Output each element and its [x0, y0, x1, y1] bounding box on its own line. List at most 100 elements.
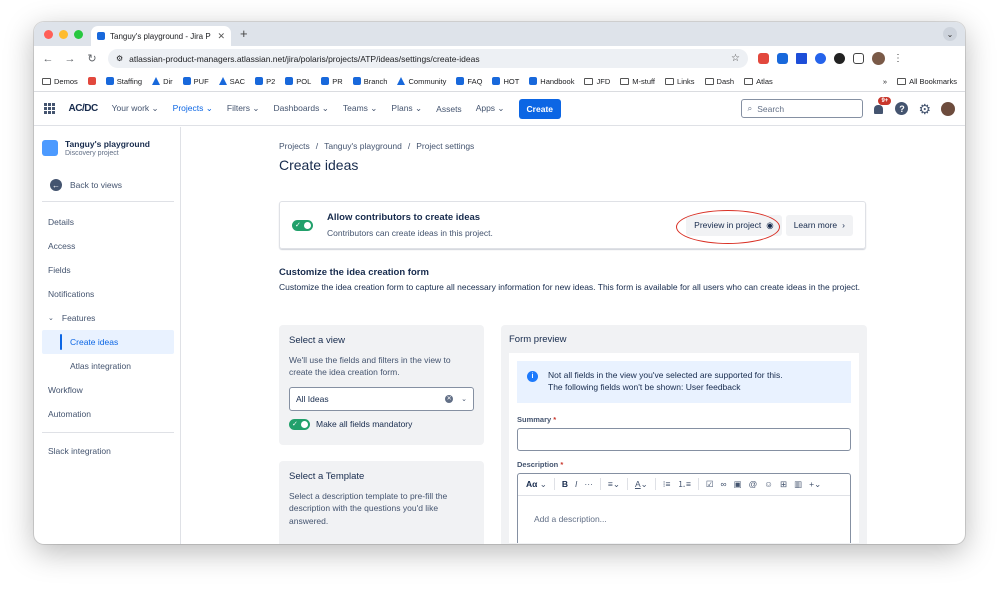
project-header[interactable]: Tanguy's playground Discovery project — [42, 139, 174, 157]
text-color-icon[interactable]: A⌄ — [635, 479, 648, 490]
site-logo[interactable]: AC/DC — [69, 103, 99, 114]
reload-icon[interactable]: ↻ — [86, 52, 98, 65]
bookmark-item[interactable]: Dash — [704, 77, 734, 86]
sidebar-item-create-ideas[interactable]: Create ideas — [42, 330, 174, 354]
browser-tab[interactable]: Tanguy's playground - Jira P ✕ — [91, 26, 231, 46]
create-button[interactable]: Create — [518, 98, 562, 119]
sidebar-item-workflow[interactable]: Workflow — [42, 378, 174, 402]
image-icon[interactable]: ▣ — [734, 479, 742, 490]
numbered-list-icon[interactable]: ⒈≡ — [677, 478, 690, 490]
bookmark-item[interactable] — [87, 77, 96, 85]
extension-icon[interactable] — [758, 53, 769, 64]
allow-contributors-toggle[interactable]: ✓ — [292, 219, 313, 231]
close-window-button[interactable] — [44, 30, 53, 39]
mention-icon[interactable]: @ — [749, 479, 758, 489]
nav-assets[interactable]: Assets — [436, 104, 462, 114]
bookmark-item[interactable]: Handbook — [529, 77, 574, 86]
sidebar-item-features[interactable]: ⌄ Features — [42, 306, 174, 330]
site-info-icon[interactable]: ⚙ — [116, 54, 123, 63]
sidebar-item-automation[interactable]: Automation — [42, 402, 174, 426]
nav-dashboards[interactable]: Dashboards ⌄ — [274, 103, 329, 114]
search-input[interactable]: ⌕ Search — [741, 99, 864, 118]
nav-projects[interactable]: Projects ⌄ — [173, 103, 213, 114]
bookmark-item[interactable]: PR — [321, 77, 343, 86]
app-switcher-icon[interactable] — [44, 103, 55, 114]
learn-more-button[interactable]: Learn more › — [785, 214, 853, 236]
view-select[interactable]: All Ideas ✕ ⌄ — [289, 386, 474, 411]
bookmark-label: Atlas — [756, 76, 773, 86]
sidebar-item-slack-integration[interactable]: Slack integration — [42, 439, 174, 463]
maximize-window-button[interactable] — [74, 30, 83, 39]
sidebar-item-atlas-integration[interactable]: Atlas integration — [42, 354, 174, 378]
summary-input[interactable] — [517, 427, 851, 451]
settings-gear-icon[interactable]: ⚙ — [918, 102, 931, 116]
emoji-icon[interactable]: ☺ — [764, 479, 773, 489]
bookmark-item[interactable]: HOT — [492, 77, 519, 86]
description-editor[interactable]: Aα ⌄ B I ··· ≡⌄ A⌄ ⁝≡ ⒈≡ ☑ ∞ ▣ @ ☺ ⊞ ▥ +… — [517, 472, 851, 543]
jira-icon — [182, 77, 191, 85]
bookmark-item[interactable]: SAC — [218, 77, 245, 86]
sidebar-item-notifications[interactable]: Notifications — [42, 282, 174, 306]
translate-extension-icon[interactable] — [777, 53, 788, 64]
nav-your-work[interactable]: Your work ⌄ — [112, 103, 159, 114]
nav-teams[interactable]: Teams ⌄ — [343, 103, 378, 114]
nav-plans[interactable]: Plans ⌄ — [391, 103, 422, 114]
text-style-dropdown[interactable]: Aα ⌄ — [526, 479, 547, 490]
back-arrow-icon[interactable]: ← — [42, 53, 54, 65]
forward-arrow-icon[interactable]: → — [64, 53, 76, 65]
minimize-window-button[interactable] — [59, 30, 68, 39]
bookmark-item[interactable]: Branch — [352, 77, 387, 86]
bookmark-item[interactable]: JFD — [584, 77, 610, 86]
new-tab-button[interactable]: + — [240, 26, 248, 41]
bookmark-item[interactable]: Staffing — [105, 77, 142, 86]
close-tab-icon[interactable]: ✕ — [217, 31, 225, 42]
refresh-extension-icon[interactable] — [815, 53, 826, 64]
sidebar-item-fields[interactable]: Fields — [42, 258, 174, 282]
sidebar-item-details[interactable]: Details — [42, 210, 174, 234]
browser-menu-icon[interactable]: ⋮ — [893, 53, 903, 64]
chevron-down-icon[interactable]: ⌄ — [461, 395, 467, 403]
wrench-extension-icon[interactable] — [796, 53, 807, 64]
breadcrumb-settings[interactable]: Project settings — [416, 141, 474, 151]
help-icon[interactable]: ? — [895, 102, 909, 115]
bookmark-item[interactable]: Links — [665, 77, 695, 86]
table-icon[interactable]: ⊞ — [780, 479, 787, 490]
bullet-list-icon[interactable]: ⁝≡ — [663, 479, 671, 490]
sidebar-item-access[interactable]: Access — [42, 234, 174, 258]
bookmark-item[interactable]: Demos — [42, 77, 78, 86]
bookmark-item[interactable]: M-stuff — [620, 77, 655, 86]
profile-avatar[interactable] — [872, 52, 885, 65]
puzzle-icon[interactable] — [853, 53, 864, 64]
more-bookmarks-button[interactable]: » — [883, 77, 887, 86]
bookmark-star-icon[interactable]: ☆ — [731, 53, 740, 64]
nav-apps[interactable]: Apps ⌄ — [476, 103, 505, 114]
bookmark-item[interactable]: POL — [285, 77, 311, 86]
clear-icon[interactable]: ✕ — [445, 394, 454, 403]
ink-extension-icon[interactable] — [834, 53, 845, 64]
nav-filters[interactable]: Filters ⌄ — [227, 103, 260, 114]
back-to-views-link[interactable]: ← Back to views — [42, 173, 174, 202]
bookmark-item[interactable]: Dir — [152, 77, 173, 86]
notifications-bell-icon[interactable]: 9+ — [873, 96, 892, 115]
bookmark-item[interactable]: Atlas — [744, 77, 773, 86]
omnibox[interactable]: ⚙ atlassian-product-managers.atlassian.n… — [108, 49, 748, 68]
link-icon[interactable]: ∞ — [721, 479, 727, 489]
insert-more-icon[interactable]: +⌄ — [809, 479, 821, 490]
bookmark-item[interactable]: FAQ — [456, 77, 482, 86]
bookmark-item[interactable]: P2 — [255, 77, 275, 86]
tab-search-icon[interactable]: ⌄ — [943, 27, 957, 41]
layout-icon[interactable]: ▥ — [794, 479, 802, 490]
breadcrumb-project[interactable]: Tanguy's playground — [324, 141, 402, 151]
italic-icon[interactable]: I — [575, 479, 577, 489]
bold-icon[interactable]: B — [562, 479, 568, 489]
all-bookmarks-button[interactable]: All Bookmarks — [897, 77, 957, 86]
checkbox-icon[interactable]: ☑ — [706, 479, 714, 490]
select-view-panel: Select a view We'll use the fields and f… — [279, 325, 484, 445]
bookmark-item[interactable]: PUF — [182, 77, 209, 86]
bookmark-item[interactable]: Community — [397, 77, 446, 86]
align-icon[interactable]: ≡⌄ — [608, 479, 620, 490]
more-formatting-icon[interactable]: ··· — [584, 479, 593, 489]
breadcrumb-projects[interactable]: Projects — [279, 141, 310, 151]
user-avatar[interactable] — [941, 101, 955, 116]
mandatory-toggle[interactable]: ✓ — [289, 418, 310, 430]
